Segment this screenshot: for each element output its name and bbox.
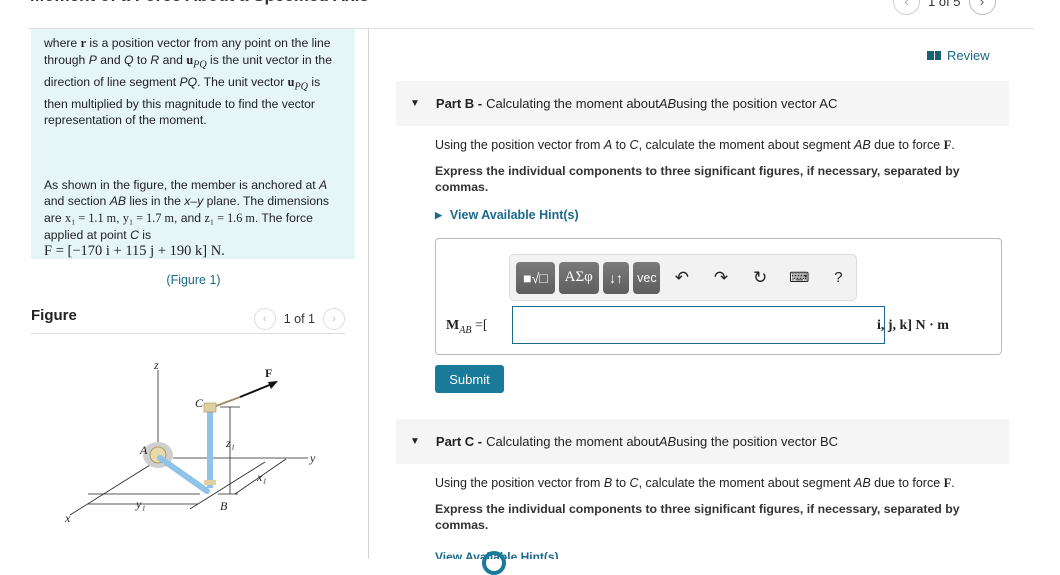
- greek-symbols-button[interactable]: ΑΣφ: [558, 261, 599, 294]
- caret-right-icon: ▶: [435, 209, 442, 220]
- review-link[interactable]: Review: [927, 48, 990, 63]
- chevron-right-icon: ›: [979, 0, 985, 9]
- figure-link[interactable]: (Figure 1): [44, 272, 343, 289]
- pipe-AB: [157, 455, 210, 494]
- label-z1: z₁: [225, 436, 235, 450]
- caret-down-icon: ▼: [410, 98, 420, 109]
- prev-problem-button[interactable]: ‹: [893, 0, 920, 15]
- figure-title: Figure: [31, 307, 77, 324]
- part-b-hint-link[interactable]: ▶ View Available Hint(s): [435, 208, 579, 222]
- part-b-header[interactable]: ▼ Part B - Calculating the moment about …: [396, 81, 1009, 126]
- keyboard-icon[interactable]: ⌨: [782, 269, 817, 286]
- part-b-body: Using the position vector from A to C, c…: [435, 137, 1010, 195]
- loading-spinner-icon: [482, 551, 506, 575]
- part-b-instruction: Express the individual components to thr…: [435, 164, 960, 194]
- templates-button[interactable]: ■√□: [516, 261, 555, 294]
- coupling: [204, 480, 216, 485]
- elbow-C: [203, 402, 217, 413]
- part-b-description: Using the position vector from A to C, c…: [435, 138, 955, 152]
- intro-paragraph-2: As shown in the figure, the member is an…: [44, 177, 330, 260]
- force-arrow: [239, 383, 273, 398]
- next-problem-button[interactable]: ›: [968, 0, 996, 15]
- label-A: A: [139, 443, 148, 457]
- vector-button[interactable]: vec: [633, 261, 661, 294]
- review-label: Review: [947, 48, 990, 63]
- label-z: z: [153, 358, 159, 372]
- answer-units: i, j, k] N · m: [877, 318, 949, 333]
- prev-figure-button[interactable]: ‹: [253, 308, 276, 330]
- problem-pager: ‹ 1 of 5 ›: [893, 0, 996, 15]
- arrows-button[interactable]: ↓↑: [602, 261, 630, 294]
- intro-box: where r is a position vector from any po…: [31, 29, 355, 287]
- book-icon: [927, 51, 941, 60]
- problem-intro: where r is a position vector from any po…: [31, 29, 355, 287]
- page-title: Moment of a Force About a Specified Axis: [30, 0, 369, 6]
- figure-pager: ‹ 1 of 1 ›: [253, 308, 345, 330]
- part-c-instruction: Express the individual components to thr…: [435, 502, 960, 532]
- part-b-answer-box: ■√□ ΑΣφ ↓↑ vec ↶ ↷ ↻ ⌨ ? MAB =[ i, j, k]…: [435, 238, 1002, 355]
- force-cable: [215, 396, 241, 407]
- help-icon[interactable]: ?: [821, 269, 856, 286]
- intro-paragraph-1: where r is a position vector from any po…: [44, 36, 332, 128]
- force-arrowhead: [268, 381, 278, 389]
- redo-icon[interactable]: ↷: [703, 268, 738, 288]
- caret-down-icon: ▼: [410, 436, 420, 447]
- moment-answer-input[interactable]: [512, 306, 885, 344]
- submit-button[interactable]: Submit: [435, 365, 504, 393]
- force-equation: F = [−170 i + 115 j + 190 k] N.: [44, 243, 225, 260]
- label-B: B: [220, 499, 228, 513]
- part-c-header[interactable]: ▼ Part C - Calculating the moment about …: [396, 419, 1009, 464]
- figure-count: 1 of 1: [283, 312, 315, 326]
- part-c-description: Using the position vector from B to C, c…: [435, 476, 955, 490]
- label-y1: y₁: [135, 497, 146, 511]
- answer-label: MAB =[: [446, 318, 488, 336]
- label-F: F: [265, 366, 272, 380]
- label-x: x: [64, 511, 71, 525]
- chevron-left-icon: ‹: [904, 0, 909, 9]
- column-divider: [368, 29, 369, 559]
- label-y: y: [309, 451, 316, 465]
- reset-icon[interactable]: ↻: [743, 268, 778, 288]
- math-toolbar: ■√□ ΑΣφ ↓↑ vec ↶ ↷ ↻ ⌨ ?: [509, 254, 857, 301]
- part-c-body: Using the position vector from B to C, c…: [435, 475, 1010, 533]
- figure-header: Figure ‹ 1 of 1 ›: [31, 305, 345, 334]
- chevron-right-icon: ›: [332, 313, 336, 325]
- figure-diagram: z y x A B C z₁ x₁ y₁ F: [64, 358, 316, 525]
- problem-count: 1 of 5: [928, 0, 961, 9]
- next-figure-button[interactable]: ›: [323, 308, 345, 330]
- chevron-left-icon: ‹: [262, 313, 267, 325]
- label-x1: x₁: [256, 470, 267, 484]
- undo-icon[interactable]: ↶: [664, 268, 699, 288]
- label-C: C: [195, 396, 204, 410]
